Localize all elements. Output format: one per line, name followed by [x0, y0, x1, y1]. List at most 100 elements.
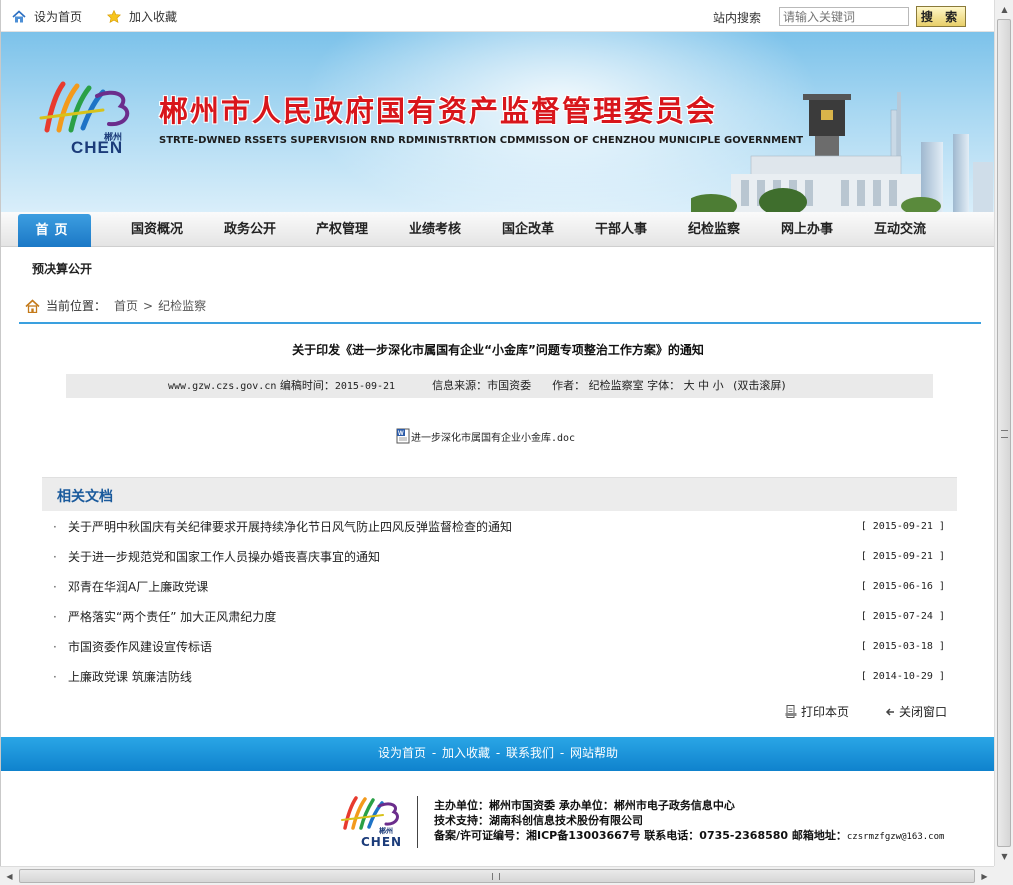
page: 设为首页 加入收藏 站内搜索 搜 索	[0, 0, 994, 866]
close-window-button[interactable]: 关闭窗口	[885, 703, 947, 720]
font-size-large[interactable]: 大	[684, 379, 695, 392]
site-title: 郴州市人民政府国有资产监督管理委员会	[159, 94, 718, 128]
back-arrow-icon	[885, 707, 894, 716]
breadcrumb-current[interactable]: 纪检监察	[158, 297, 206, 314]
footer-link-separator: -	[495, 746, 501, 760]
vertical-scroll-thumb[interactable]	[997, 19, 1011, 847]
meta-author-label: 作者：	[552, 379, 586, 392]
list-item[interactable]: · 严格落实“两个责任” 加大正风肃纪力度 [ 2015-07-24 ]	[53, 602, 953, 632]
scroll-left-arrow-icon[interactable]: ◀	[1, 867, 18, 885]
nav-item-overview[interactable]: 国资概况	[118, 212, 196, 247]
nav-item-online-services[interactable]: 网上办事	[768, 212, 846, 247]
header-banner: 郴州 CHEN 郴州市人民政府国有资产监督管理委员会 STRTE-DWNED R…	[1, 32, 994, 212]
print-page-button[interactable]: 打印本页	[785, 703, 849, 720]
nav-item-home[interactable]: 首页	[18, 214, 91, 247]
set-home-link[interactable]: 设为首页	[12, 8, 82, 25]
nav-item-property-management[interactable]: 产权管理	[303, 212, 381, 247]
attachment-filename: 进一步深化市属国有企业小金库.doc	[411, 432, 576, 444]
related-docs-heading: 相关文档	[57, 489, 113, 505]
footer-tech-support: 技术支持：湖南科创信息技术股份有限公司	[434, 814, 643, 827]
related-doc-title[interactable]: 邓青在华润A厂上廉政党课	[68, 572, 208, 602]
footer-email: czsrmzfgzw@163.com	[846, 832, 945, 842]
section-divider	[19, 322, 981, 324]
related-doc-date: [ 2015-03-18 ]	[860, 641, 945, 652]
footer-link-set-home[interactable]: 设为首页	[378, 746, 426, 760]
related-docs-list: · 关于严明中秋国庆有关纪律要求开展持续净化节日风气防止四风反弹监督检查的通知 …	[53, 512, 953, 692]
footer-record-text: 备案/许可证编号：湘ICP备13003667号 联系电话：0735-236858…	[434, 829, 847, 842]
nav-item-soe-reform[interactable]: 国企改革	[489, 212, 567, 247]
related-doc-title[interactable]: 市国资委作风建设宣传标语	[68, 632, 212, 662]
list-item[interactable]: · 市国资委作风建设宣传标语 [ 2015-03-18 ]	[53, 632, 953, 662]
footer-logo-chen: CHEN	[361, 835, 403, 849]
horizontal-scroll-thumb[interactable]	[19, 869, 975, 883]
print-icon	[785, 705, 797, 718]
sub-nav-budget-disclosure[interactable]: 预决算公开	[32, 260, 92, 277]
nav-item-personnel[interactable]: 干部人事	[582, 212, 660, 247]
add-favorite-label: 加入收藏	[129, 10, 178, 24]
nav-item-discipline[interactable]: 纪检监察	[675, 212, 753, 247]
meta-edit-time: 2015-09-21	[334, 381, 396, 392]
scrollbar-corner	[994, 866, 1013, 885]
related-doc-date: [ 2015-07-24 ]	[860, 611, 945, 622]
related-docs-header: 相关文档	[42, 477, 957, 511]
breadcrumb: 当前位置： 首页 > 纪检监察	[25, 297, 206, 314]
home-icon	[12, 10, 26, 23]
horizontal-scrollbar[interactable]: ◀ ▶	[0, 866, 994, 885]
footer-link-contact[interactable]: 联系我们	[506, 746, 554, 760]
article-meta: www.gzw.czs.gov.cn 编稿时间：2015-09-21 信息来源：…	[66, 374, 933, 398]
star-icon	[107, 10, 121, 23]
add-favorite-link[interactable]: 加入收藏	[107, 8, 177, 25]
breadcrumb-home-link[interactable]: 首页	[114, 297, 138, 314]
svg-text:W: W	[398, 431, 404, 437]
scroll-down-arrow-icon[interactable]: ▼	[995, 848, 1013, 865]
footer-divider	[417, 796, 418, 848]
footer-record: 备案/许可证编号：湘ICP备13003667号 联系电话：0735-236858…	[434, 828, 944, 845]
article-title: 关于印发《进一步深化市属国有企业“小金库”问题专项整治工作方案》的通知	[292, 343, 704, 357]
nav-item-interaction[interactable]: 互动交流	[861, 212, 939, 247]
logo-chen-text: CHEN	[71, 138, 124, 157]
related-doc-title[interactable]: 关于严明中秋国庆有关纪律要求开展持续净化节日风气防止四风反弹监督检查的通知	[68, 512, 512, 542]
set-home-label: 设为首页	[34, 10, 83, 24]
footer-link-separator: -	[431, 746, 437, 760]
search-input[interactable]	[779, 7, 909, 26]
main-nav: 首页 国资概况 政务公开 产权管理 业绩考核 国企改革 干部人事 纪检监察 网上…	[1, 212, 994, 247]
meta-font-label: 字体：	[647, 379, 681, 392]
related-doc-date: [ 2014-10-29 ]	[860, 671, 945, 682]
site-title-en: STRTE-DWNED RSSETS SUPERVISION RND RDMIN…	[159, 135, 804, 146]
scroll-up-arrow-icon[interactable]: ▲	[995, 1, 1013, 18]
breadcrumb-separator: >	[143, 298, 154, 313]
related-doc-title[interactable]: 严格落实“两个责任” 加大正风肃纪力度	[68, 602, 276, 632]
font-size-small[interactable]: 小	[713, 379, 724, 392]
related-doc-date: [ 2015-06-16 ]	[860, 581, 945, 592]
close-label: 关闭窗口	[899, 705, 948, 719]
list-item[interactable]: · 关于进一步规范党和国家工作人员操办婚丧喜庆事宜的通知 [ 2015-09-2…	[53, 542, 953, 572]
footer-link-help[interactable]: 网站帮助	[570, 746, 618, 760]
font-size-medium[interactable]: 中	[698, 379, 709, 392]
footer-logo-icon	[341, 796, 399, 830]
home-icon	[25, 298, 40, 313]
footer-link-separator: -	[559, 746, 565, 760]
meta-edit-time-label: 编稿时间：	[279, 379, 335, 392]
vertical-scrollbar[interactable]: ▲ ▼	[994, 0, 1013, 866]
breadcrumb-label: 当前位置：	[46, 299, 107, 313]
footer-links-bar: 设为首页 - 加入收藏 - 联系我们 - 网站帮助	[1, 737, 994, 771]
list-item[interactable]: · 邓青在华润A厂上廉政党课 [ 2015-06-16 ]	[53, 572, 953, 602]
footer-organizer: 主办单位：郴州市国资委 承办单位：郴州市电子政务信息中心	[434, 799, 735, 812]
footer-info: 主办单位：郴州市国资委 承办单位：郴州市电子政务信息中心 技术支持：湖南科创信息…	[434, 798, 944, 845]
nav-item-performance[interactable]: 业绩考核	[396, 212, 474, 247]
related-doc-title[interactable]: 关于进一步规范党和国家工作人员操办婚丧喜庆事宜的通知	[68, 542, 380, 572]
list-item[interactable]: · 关于严明中秋国庆有关纪律要求开展持续净化节日风气防止四风反弹监督检查的通知 …	[53, 512, 953, 542]
related-doc-date: [ 2015-09-21 ]	[860, 551, 945, 562]
meta-scroll-hint: (双击滚屏)	[733, 379, 786, 392]
search-label: 站内搜索	[713, 11, 762, 25]
nav-item-government-affairs[interactable]: 政务公开	[211, 212, 289, 247]
related-doc-title[interactable]: 上廉政党课 筑廉洁防线	[68, 662, 192, 692]
top-bar: 设为首页 加入收藏 站内搜索 搜 索	[1, 0, 994, 32]
meta-source: 市国资委	[487, 379, 532, 392]
footer-link-add-favorite[interactable]: 加入收藏	[442, 746, 490, 760]
list-item[interactable]: · 上廉政党课 筑廉洁防线 [ 2014-10-29 ]	[53, 662, 953, 692]
search-button[interactable]: 搜 索	[916, 6, 966, 27]
attachment-link[interactable]: W 进一步深化市属国有企业小金库.doc	[395, 428, 575, 444]
scroll-right-arrow-icon[interactable]: ▶	[976, 867, 993, 885]
related-doc-date: [ 2015-09-21 ]	[860, 521, 945, 532]
